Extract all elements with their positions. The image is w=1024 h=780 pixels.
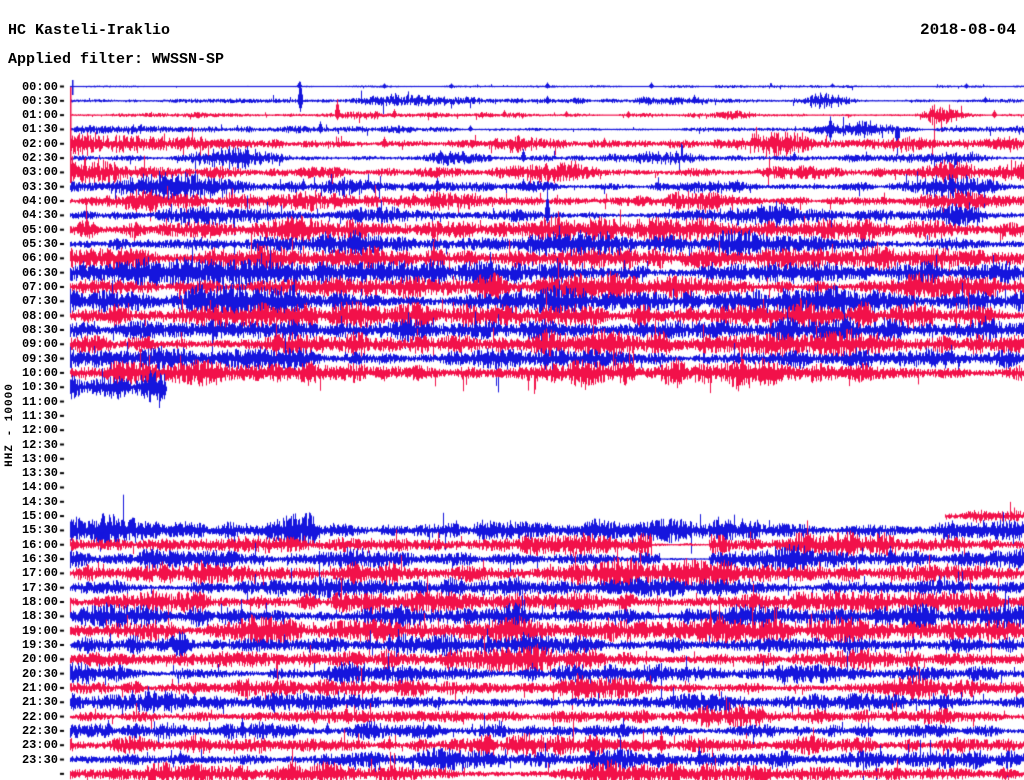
time-label: 23:30 [21,752,58,767]
station-title: HC Kasteli-Iraklio [8,22,171,39]
time-label: 02:30 [21,151,58,166]
time-label: 12:30 [21,437,58,452]
time-label: 19:30 [21,637,58,652]
time-label: 18:00 [21,595,58,610]
time-label: 09:00 [21,337,58,352]
time-label: 03:30 [21,179,58,194]
time-label: 10:00 [21,365,58,380]
time-label: 00:00 [21,79,58,94]
time-label: 22:00 [21,709,58,724]
time-label: 01:00 [21,108,58,123]
time-label: 20:30 [21,666,58,681]
time-label: 04:30 [21,208,58,223]
date-label: 2018-08-04 [919,21,1016,39]
time-label: 08:30 [21,322,58,337]
filter-label: Applied filter: WWSSN-SP [8,51,225,68]
seismogram-trace-canvas [0,0,1024,780]
time-label: 01:30 [21,122,58,137]
time-label: 20:00 [21,652,58,667]
time-label: 14:30 [21,494,58,509]
helicorder-page: HC Kasteli-Iraklio 2018-08-04 Applied fi… [0,0,1024,780]
time-label: 15:00 [21,509,58,524]
time-label: 17:30 [21,580,58,595]
time-label: 21:00 [21,680,58,695]
time-label: 00:30 [21,93,58,108]
time-label: 06:00 [21,251,58,266]
time-label: 09:30 [21,351,58,366]
time-label: 23:00 [21,738,58,753]
time-label: 14:00 [21,480,58,495]
time-label: 11:00 [21,394,58,409]
time-label: 17:00 [21,566,58,581]
time-label: 13:00 [21,451,58,466]
time-label: 05:30 [21,237,58,252]
time-label: 16:30 [21,552,58,567]
time-label: 05:00 [21,222,58,237]
time-label: 11:30 [21,408,58,423]
time-label: 13:30 [21,466,58,481]
time-label: 21:30 [21,695,58,710]
time-label: 15:30 [21,523,58,538]
time-label: 04:00 [21,194,58,209]
time-label: 16:00 [21,537,58,552]
time-label: 19:00 [21,623,58,638]
time-label: 03:00 [21,165,58,180]
time-label: 18:30 [21,609,58,624]
time-label: 07:30 [21,294,58,309]
time-label: 02:00 [21,136,58,151]
time-label: 12:00 [21,423,58,438]
time-label: 08:00 [21,308,58,323]
time-label: 22:30 [21,723,58,738]
time-label: 10:30 [21,380,58,395]
time-label: 07:00 [21,279,58,294]
time-label: 06:30 [21,265,58,280]
